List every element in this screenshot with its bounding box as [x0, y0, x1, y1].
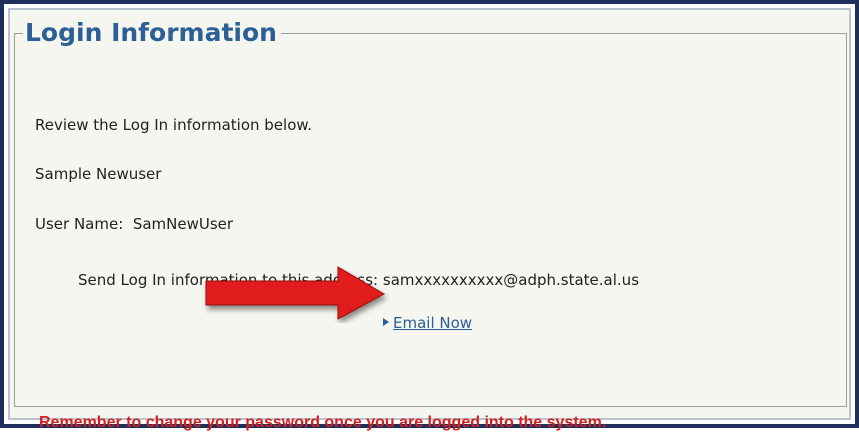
red-arrow-icon	[205, 266, 386, 320]
panel-legend: Login Information	[25, 18, 277, 47]
email-address: samxxxxxxxxxx@adph.state.al.us	[382, 271, 640, 289]
username-value: SamNewUser	[132, 215, 234, 233]
review-text: Review the Log In information below.	[35, 116, 313, 134]
email-now-link[interactable]: Email Now	[393, 314, 472, 332]
username-label: User Name:	[35, 215, 124, 233]
password-warning: Remember to change your password once yo…	[39, 414, 607, 431]
user-full-name: Sample Newuser	[35, 165, 162, 183]
username-row: User Name: SamNewUser	[35, 215, 233, 233]
email-now-link-row[interactable]: Email Now	[383, 314, 472, 332]
arrow-shape	[205, 266, 386, 320]
login-information-panel: Login Information Review the Log In info…	[14, 18, 847, 431]
